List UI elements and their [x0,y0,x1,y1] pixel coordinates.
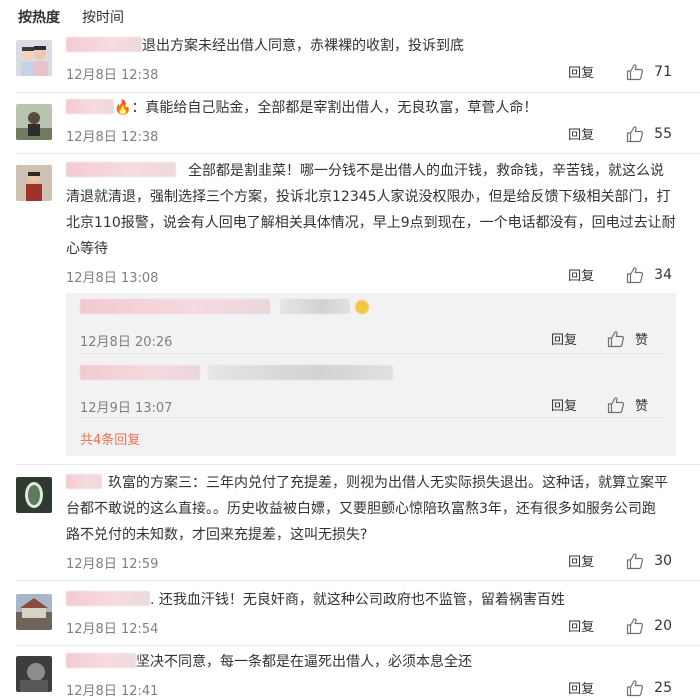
like-button[interactable]: 25 [626,679,672,697]
thumbs-up-icon [607,396,625,413]
thumbs-up-icon [627,266,644,283]
reply-button[interactable]: 回复 [568,124,594,143]
like-button[interactable]: 71 [626,63,672,81]
sub-replies-panel: 12月8日 20:26 回复 赞 12月9日 13:07 回复 赞 共4条回复 [66,293,676,456]
like-button[interactable]: 赞 [607,329,648,348]
avatar[interactable] [16,104,52,140]
avatar[interactable] [16,40,52,76]
divider [16,153,700,154]
sub-reply-item: 12月8日 20:26 回复 赞 [80,299,662,350]
divider [80,417,662,418]
comment-text: 坚决不同意，每一条都是在逼死出借人，必须本息全还 [136,654,472,670]
reply-button[interactable]: 回复 [568,616,594,635]
comment-text-line: 全部都是割韭菜！哪一分钱不是出借人的血汗钱，救命钱，辛苦钱，就这么说 [188,163,664,179]
thumbs-up-icon [627,63,644,80]
like-label: 赞 [634,399,648,414]
avatar[interactable] [16,477,52,513]
fire-icon: 🔥 [114,100,132,116]
comment-time: 12月8日 13:08 [66,271,159,286]
sort-by-hot-tab[interactable]: 按热度 [18,7,60,27]
like-label: 赞 [634,333,648,348]
blurred-sub-reply-text [280,299,351,314]
blurred-sub-reply-text [80,299,270,314]
like-count: 25 [654,679,672,696]
reply-button[interactable]: 回复 [568,265,594,284]
comment-time: 12月8日 12:41 [66,684,159,699]
sort-by-time-tab[interactable]: 按时间 [82,7,124,27]
emoji-icon [354,300,369,314]
blurred-username [66,37,142,52]
comment-text-line: 路不兑付的未知数，才回来充提差，这叫无损失? [66,527,368,543]
sub-reply-time: 12月8日 20:26 [80,335,173,350]
like-count: 55 [654,125,672,142]
reply-button[interactable]: 回复 [568,551,594,570]
thumbs-up-icon [627,125,644,142]
sub-reply-time: 12月9日 13:07 [80,401,173,416]
sub-reply-item: 12月9日 13:07 回复 赞 [80,365,662,416]
avatar[interactable] [16,165,52,201]
blurred-sub-reply-text [80,365,200,380]
sort-bar: 按热度 按时间 [18,6,146,28]
reply-button[interactable]: 回复 [568,62,594,81]
like-count: 30 [654,552,672,569]
reply-button[interactable]: 回复 [551,395,577,414]
like-button[interactable]: 20 [626,617,672,635]
comment-text-line: 北京110报警，说会有人回电了解相关具体情况，早上9点到现在，一个电话都没有，回… [66,215,676,231]
like-count: 20 [654,617,672,634]
comment-time: 12月8日 12:38 [66,68,159,83]
reply-button[interactable]: 回复 [568,678,594,697]
comment-time: 12月8日 12:38 [66,130,159,145]
thumbs-up-icon [607,330,625,347]
like-button[interactable]: 30 [626,552,672,570]
thumbs-up-icon [627,617,644,634]
blurred-username [66,99,114,114]
comment-time: 12月8日 12:54 [66,622,159,637]
reply-button[interactable]: 回复 [551,329,577,348]
thumbs-up-icon [627,679,644,696]
blurred-username [66,474,102,489]
like-count: 34 [654,266,672,283]
like-count: 71 [654,63,672,80]
divider [16,92,700,93]
divider [16,580,700,581]
comment-text: 退出方案未经出借人同意，赤裸裸的收割，投诉到底 [142,38,464,54]
comment-text-line: 清退就清退，强制选择三个方案，投诉北京12345人家说没权限办，但是给反馈下级相… [66,189,671,205]
comment-text-line: 台都不敢说的这么直接。。历史收益被白嫖，又要胆颤心惊陪玖富熬3年，还有很多如服务… [66,501,656,517]
comment-text: . 还我血汗钱！无良奸商，就这种公司政府也不监管，留着祸害百姓 [150,592,565,608]
like-button[interactable]: 赞 [607,395,648,414]
thumbs-up-icon [627,552,644,569]
comment-time: 12月8日 12:59 [66,557,159,572]
divider [80,353,662,354]
comment-text-line: 心等待 [66,241,108,257]
like-button[interactable]: 55 [626,125,672,143]
blurred-username [66,653,136,668]
comment-text-line: 玖富的方案三：三年内兑付了充提差，则视为出借人无实际损失退出。这种话，就算立案平 [108,475,668,491]
divider [16,645,700,646]
blurred-sub-reply-text [208,365,394,380]
blurred-username [66,591,150,606]
comment-text: ：真能给自己贴金，全部都是宰割出借人，无良玖富，草菅人命！ [131,100,538,116]
avatar[interactable] [16,656,52,692]
avatar[interactable] [16,594,52,630]
more-replies-link[interactable]: 共4条回复 [80,429,140,448]
divider [16,464,700,465]
blurred-username [66,162,176,177]
like-button[interactable]: 34 [626,266,672,284]
